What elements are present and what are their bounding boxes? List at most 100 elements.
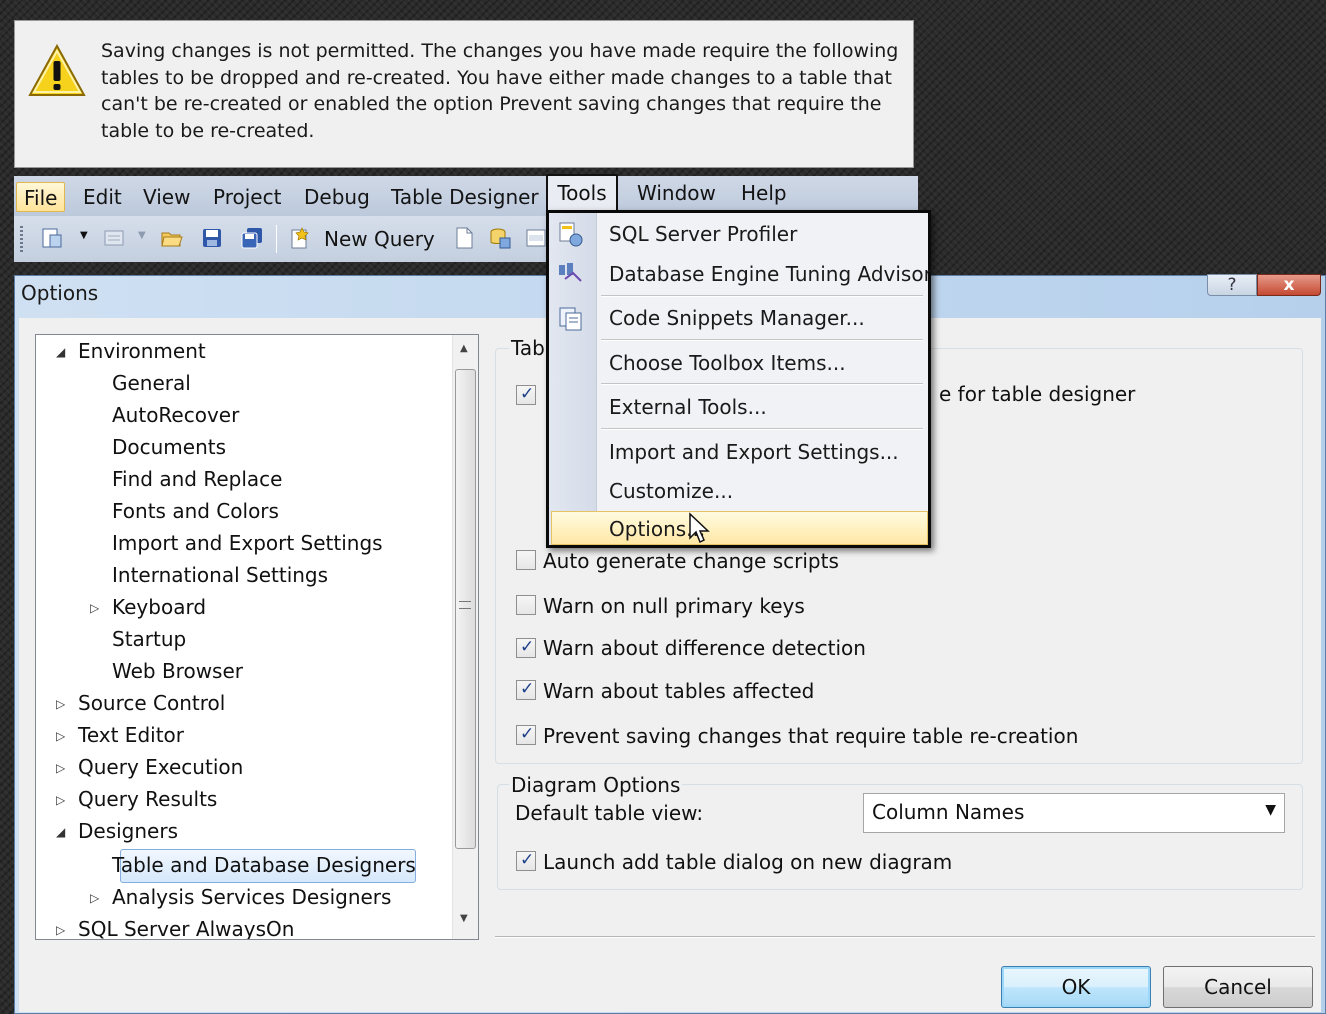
diagram-options-group-title: Diagram Options — [509, 773, 683, 797]
warning-panel: Saving changes is not permitted. The cha… — [14, 20, 914, 168]
collapsed-arrow-icon[interactable]: ▷ — [56, 793, 65, 807]
collapsed-arrow-icon[interactable]: ▷ — [90, 601, 99, 615]
menu-table-designer[interactable]: Table Designer — [384, 182, 546, 212]
new-query-button[interactable]: New Query — [324, 225, 435, 253]
document-icon[interactable] — [452, 226, 476, 250]
auto-generate-change-scripts-checkbox[interactable] — [516, 550, 536, 570]
tree-item-table-database-designers[interactable]: Table and Database Designers — [112, 851, 416, 879]
default-table-view-dropdown[interactable]: Column Names ▼ — [863, 793, 1285, 833]
menu-separator — [601, 295, 923, 297]
tools-dropdown-menu: SQL Server Profiler Database Engine Tuni… — [546, 210, 932, 548]
profiler-icon — [559, 222, 583, 247]
menu-file[interactable]: File — [16, 182, 66, 212]
tree-item-keyboard[interactable]: Keyboard — [112, 593, 206, 621]
tree-item-query-execution[interactable]: Query Execution — [78, 753, 243, 781]
cancel-button[interactable]: Cancel — [1163, 966, 1313, 1008]
dropdown-arrow-icon[interactable]: ▼ — [80, 230, 88, 241]
tree-item-text-editor[interactable]: Text Editor — [78, 721, 184, 749]
dropdown-arrow-icon[interactable]: ▼ — [1265, 802, 1276, 818]
button-separator — [495, 936, 1315, 938]
warn-null-primary-keys-label[interactable]: Warn on null primary keys — [543, 593, 805, 619]
tree-item-autorecover[interactable]: AutoRecover — [112, 401, 239, 429]
code-snippets-icon — [559, 307, 582, 331]
menu-item-external-tools[interactable]: External Tools... — [609, 392, 767, 422]
close-button[interactable]: x — [1257, 274, 1321, 296]
menu-item-choose-toolbox-items[interactable]: Choose Toolbox Items... — [609, 348, 846, 378]
database-query-icon[interactable] — [488, 226, 512, 250]
warning-icon — [28, 43, 86, 96]
tree-item-find-and-replace[interactable]: Find and Replace — [112, 465, 282, 493]
collapsed-arrow-icon[interactable]: ▷ — [90, 891, 99, 905]
menu-item-import-export-settings[interactable]: Import and Export Settings... — [609, 437, 899, 467]
tree-item-general[interactable]: General — [112, 369, 191, 397]
menu-item-customize[interactable]: Customize... — [609, 476, 733, 506]
menu-view[interactable]: View — [136, 182, 197, 212]
open-folder-icon[interactable] — [160, 226, 184, 250]
table-options-group-title: Tab — [509, 336, 547, 360]
toolbar-grip[interactable] — [20, 226, 23, 252]
save-icon[interactable] — [200, 226, 224, 250]
expanded-arrow-icon[interactable]: ◢ — [56, 825, 65, 839]
tree-item-designers[interactable]: Designers — [78, 817, 178, 845]
menu-debug[interactable]: Debug — [297, 182, 377, 212]
launch-add-table-checkbox[interactable] — [516, 850, 536, 871]
menu-item-sql-server-profiler[interactable]: SQL Server Profiler — [609, 219, 797, 249]
warn-null-primary-keys-checkbox[interactable] — [516, 595, 536, 615]
dropdown-arrow-icon[interactable]: ▼ — [138, 230, 146, 241]
expanded-arrow-icon[interactable]: ◢ — [56, 345, 65, 359]
prevent-saving-changes-label[interactable]: Prevent saving changes that require tabl… — [543, 723, 1078, 749]
collapsed-arrow-icon[interactable]: ▷ — [56, 729, 65, 743]
options-tree[interactable]: ◢ Environment General AutoRecover Docume… — [35, 334, 479, 940]
tree-item-source-control[interactable]: Source Control — [78, 689, 225, 717]
tree-item-import-export-settings[interactable]: Import and Export Settings — [112, 529, 383, 557]
collapsed-arrow-icon[interactable]: ▷ — [56, 761, 65, 775]
tree-item-startup[interactable]: Startup — [112, 625, 186, 653]
warn-difference-detection-label[interactable]: Warn about difference detection — [543, 635, 866, 661]
toolbar-separator — [276, 225, 277, 253]
save-all-icon[interactable] — [240, 226, 264, 250]
scroll-down-arrow-icon[interactable]: ▼ — [460, 913, 468, 924]
tree-item-query-results[interactable]: Query Results — [78, 785, 217, 813]
scrollbar-thumb[interactable] — [455, 369, 476, 849]
scroll-up-arrow-icon[interactable]: ▲ — [460, 343, 468, 354]
tree-item-web-browser[interactable]: Web Browser — [112, 657, 243, 685]
menu-item-code-snippets-manager[interactable]: Code Snippets Manager... — [609, 303, 865, 333]
tuning-advisor-icon — [559, 263, 582, 282]
tree-item-environment[interactable]: Environment — [78, 337, 206, 365]
menu-highlight — [551, 511, 928, 545]
menu-edit[interactable]: Edit — [76, 182, 129, 212]
tree-item-documents[interactable]: Documents — [112, 433, 226, 461]
standard-toolbar: ▼ ▼ New Query — [14, 216, 560, 262]
menu-separator — [601, 428, 923, 430]
warn-difference-detection-checkbox[interactable] — [516, 637, 536, 658]
prevent-saving-changes-checkbox[interactable] — [516, 724, 536, 745]
warn-tables-affected-checkbox[interactable] — [516, 679, 536, 700]
menu-window[interactable]: Window — [630, 178, 723, 208]
collapsed-arrow-icon[interactable]: ▷ — [56, 697, 65, 711]
tree-item-fonts-and-colors[interactable]: Fonts and Colors — [112, 497, 279, 525]
dropdown-value: Column Names — [872, 800, 1025, 824]
new-project-icon[interactable] — [40, 226, 64, 250]
menu-separator — [601, 383, 923, 385]
help-button[interactable]: ? — [1207, 274, 1257, 296]
menu-separator — [601, 339, 923, 341]
thumb-grip-icon — [459, 601, 471, 609]
menu-tools[interactable]: Tools — [546, 174, 618, 212]
menu-help[interactable]: Help — [734, 178, 794, 208]
table-designer-checkbox[interactable] — [516, 384, 536, 405]
launch-add-table-label[interactable]: Launch add table dialog on new diagram — [543, 849, 952, 875]
new-query-icon[interactable] — [288, 226, 312, 250]
mouse-cursor-icon — [689, 512, 710, 544]
collapsed-arrow-icon[interactable]: ▷ — [56, 923, 65, 937]
tree-scrollbar[interactable]: ▲ ▼ — [452, 335, 478, 939]
menu-project[interactable]: Project — [206, 182, 288, 212]
warn-tables-affected-label[interactable]: Warn about tables affected — [543, 678, 814, 704]
menu-item-database-engine-tuning-advisor[interactable]: Database Engine Tuning Advisor — [609, 259, 932, 289]
tree-item-international-settings[interactable]: International Settings — [112, 561, 328, 589]
tree-item-sql-server-alwayson[interactable]: SQL Server AlwaysOn — [78, 915, 294, 939]
auto-generate-change-scripts-label[interactable]: Auto generate change scripts — [543, 548, 839, 574]
dmx-query-icon[interactable] — [524, 226, 548, 250]
tree-item-analysis-services-designers[interactable]: Analysis Services Designers — [112, 883, 391, 911]
ok-button[interactable]: OK — [1001, 966, 1151, 1008]
add-item-icon[interactable] — [102, 226, 126, 250]
